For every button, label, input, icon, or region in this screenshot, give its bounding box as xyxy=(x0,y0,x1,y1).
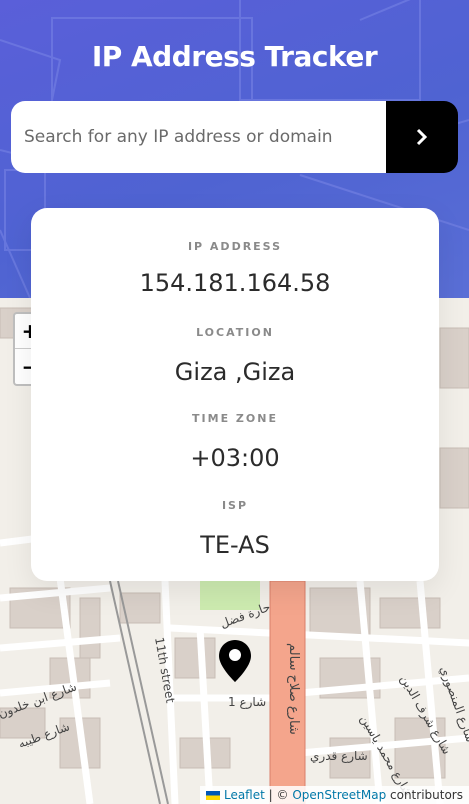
search-input[interactable] xyxy=(11,101,386,173)
location-value: Giza ,Giza xyxy=(174,358,296,386)
search-bar xyxy=(11,101,458,173)
street-label: شارع صلاح سالم xyxy=(286,643,301,735)
attribution-contributors: contributors xyxy=(390,788,463,802)
isp-label: ISP xyxy=(221,499,249,512)
ip-address-label: IP ADDRESS xyxy=(187,240,283,253)
ip-address-value: 154.181.164.58 xyxy=(139,269,331,297)
map-attribution: Leaflet | © OpenStreetMap contributors xyxy=(200,786,469,804)
location-label: LOCATION xyxy=(196,326,274,339)
openstreetmap-link[interactable]: OpenStreetMap xyxy=(292,788,386,802)
chevron-right-icon xyxy=(416,128,428,146)
search-submit-button[interactable] xyxy=(386,101,458,173)
info-card: IP ADDRESS 154.181.164.58 LOCATION Giza … xyxy=(31,208,439,581)
timezone-value: +03:00 xyxy=(190,444,280,472)
leaflet-link[interactable]: Leaflet xyxy=(224,788,265,802)
street-label: شارع 1 xyxy=(228,695,266,710)
attribution-separator: | © xyxy=(268,788,289,802)
ukraine-flag-icon xyxy=(206,791,221,800)
page-title: IP Address Tracker xyxy=(91,40,378,73)
timezone-label: TIME ZONE xyxy=(192,412,278,425)
street-label: شارع قدري xyxy=(310,749,368,764)
isp-value: TE-AS xyxy=(200,531,270,559)
